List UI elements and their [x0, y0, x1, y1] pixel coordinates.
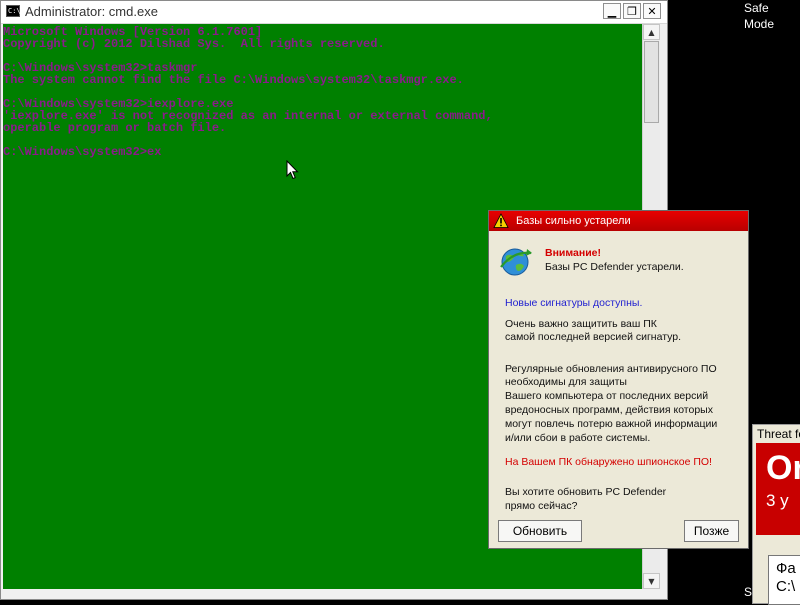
- desktop-text-fragment: S: [744, 585, 753, 599]
- dialog-title: Базы сильно устарели: [516, 215, 631, 227]
- db-outdated-text: Базы PC Defender устарели.: [545, 261, 684, 273]
- threat-file-path: C:\: [776, 578, 796, 595]
- threat-banner: Or 3 y: [756, 443, 800, 535]
- dialog-body: Внимание! Базы PC Defender устарели. Нов…: [489, 231, 748, 548]
- cmd-titlebar[interactable]: C:\ Administrator: cmd.exe ▁ ❐ ✕: [1, 1, 667, 24]
- antivirus-alert-dialog: Базы сильно устарели Внимание! Базы PC D…: [488, 210, 749, 549]
- new-signatures-link[interactable]: Новые сигнатуры доступны.: [505, 297, 642, 311]
- cmd-app-icon-text: C:\: [8, 7, 21, 15]
- safe-mode-label: Safe Mode: [744, 1, 775, 31]
- threat-details-box: Фа C:\: [768, 555, 800, 605]
- cmd-app-icon: C:\: [6, 5, 21, 17]
- scrollbar-thumb[interactable]: [644, 41, 659, 123]
- maximize-button[interactable]: ❐: [623, 3, 641, 19]
- close-button[interactable]: ✕: [643, 3, 661, 19]
- info-paragraph-line: Вашего компьютера от последних версий: [505, 390, 709, 402]
- globe-update-icon: [500, 248, 532, 276]
- warning-icon: [493, 213, 509, 228]
- console-prompt-line: C:\Windows\system32>ex: [3, 145, 162, 159]
- info-paragraph-line: вредоносных программ, действия которых: [505, 404, 713, 416]
- spyware-warning-text: На Вашем ПК обнаружено шпионское ПО!: [505, 456, 712, 468]
- info-paragraph-line: Регулярные обновления антивирусного ПО: [505, 363, 717, 375]
- dialog-titlebar[interactable]: Базы сильно устарели: [489, 211, 748, 231]
- later-button[interactable]: Позже: [684, 520, 739, 542]
- window-title: Administrator: cmd.exe: [25, 4, 158, 19]
- threat-heading: Or: [766, 449, 800, 487]
- info-paragraph-line: могут повлечь потерю важной информации: [505, 418, 718, 430]
- minimize-button[interactable]: ▁: [603, 3, 621, 19]
- threat-window-title: Threat fo: [757, 427, 800, 441]
- update-question-2: прямо сейчас?: [505, 500, 578, 512]
- scroll-down-arrow-icon[interactable]: ▼: [643, 573, 660, 589]
- important-text-1: Очень важно защитить ваш ПК: [505, 318, 657, 330]
- scroll-up-arrow-icon[interactable]: ▲: [643, 24, 660, 40]
- info-paragraph-line: и/или сбои в работе системы.: [505, 432, 651, 444]
- console-line: operable program or batch file.: [3, 121, 227, 135]
- info-paragraph-line: необходимы для защиты: [505, 376, 627, 388]
- important-text-2: самой последней версией сигнатур.: [505, 331, 682, 343]
- mouse-pointer-icon: [286, 160, 299, 180]
- console-line: Copyright (c) 2012 Dilshad Sys. All righ…: [3, 37, 385, 51]
- threat-file-label: Фа: [776, 560, 796, 577]
- update-button[interactable]: Обновить: [498, 520, 582, 542]
- threat-alert-window: Threat fo Or 3 y Фа C:\: [752, 424, 800, 605]
- console-line: The system cannot find the file C:\Windo…: [3, 73, 464, 87]
- attention-heading: Внимание!: [545, 247, 601, 259]
- threat-subheading: 3 y: [766, 491, 789, 510]
- update-question-1: Вы хотите обновить PC Defender: [505, 486, 667, 498]
